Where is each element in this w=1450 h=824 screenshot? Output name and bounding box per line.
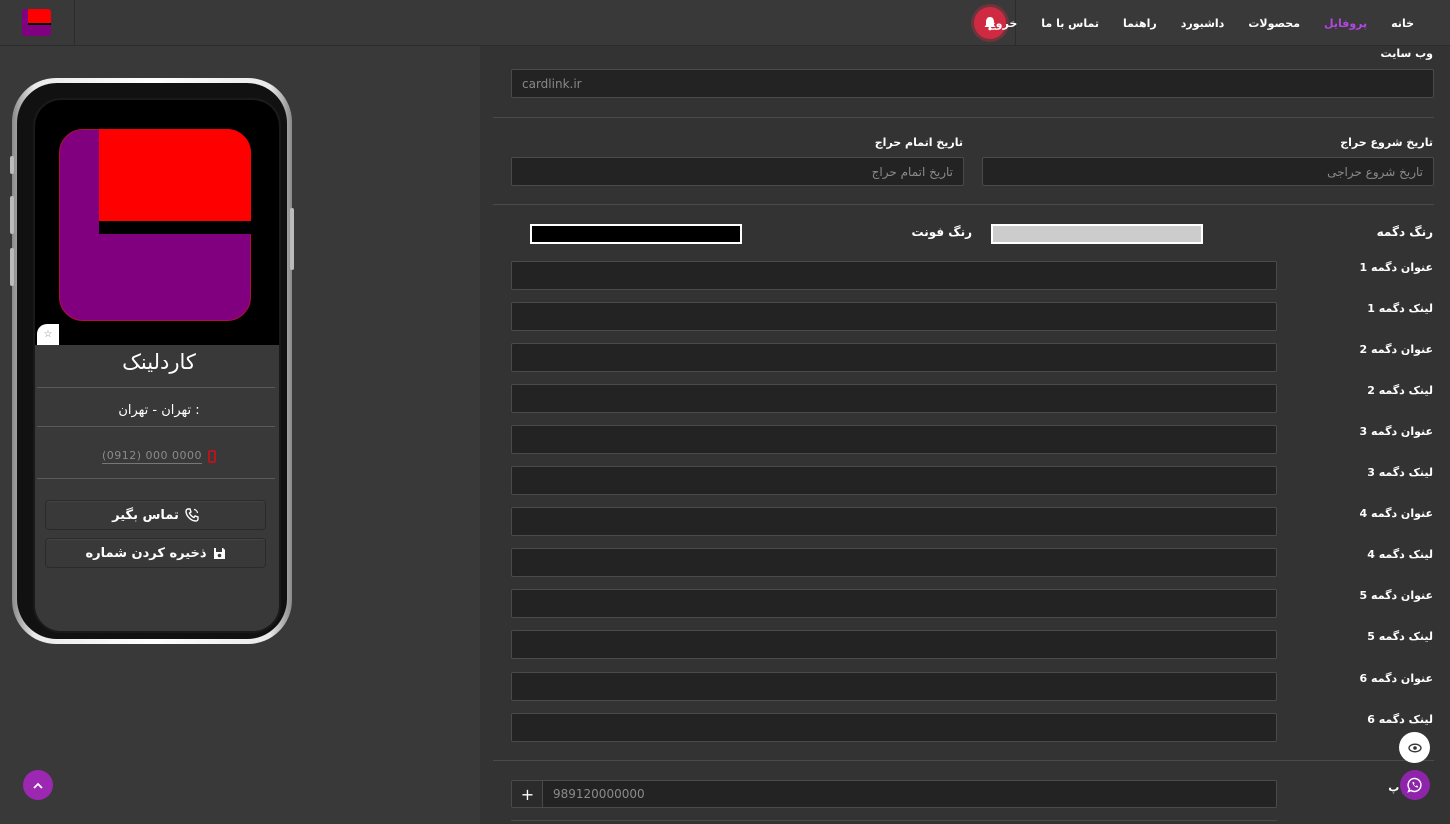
whatsapp-icon bbox=[1407, 777, 1422, 793]
profile-cover bbox=[35, 100, 279, 345]
button-2-link-input[interactable] bbox=[511, 384, 1277, 413]
nav-logout[interactable]: خروج bbox=[988, 17, 1018, 30]
country-code-prefix: + bbox=[511, 780, 543, 808]
profile-location: تهران - تهران : bbox=[118, 403, 200, 418]
nav-profile[interactable]: پروفایل bbox=[1324, 17, 1367, 30]
button-3-title-input[interactable] bbox=[511, 425, 1277, 454]
button-4-link-input[interactable] bbox=[511, 548, 1277, 577]
button-3-title-label: عنوان دگمه 3 bbox=[1359, 425, 1433, 438]
button-5-title-input[interactable] bbox=[511, 589, 1277, 618]
mobile-icon bbox=[208, 450, 217, 463]
auction-end-label: تاریخ اتمام حراج bbox=[874, 136, 963, 149]
main-menu: خانه پروفایل محصولات داشبورد راهنما تماس… bbox=[988, 0, 1414, 46]
button-2-title-label: عنوان دگمه 2 bbox=[1359, 343, 1433, 356]
button-1-link-input[interactable] bbox=[511, 302, 1277, 331]
phone-call-icon bbox=[185, 508, 199, 522]
button-6-link-input[interactable] bbox=[511, 713, 1277, 742]
auction-end-input[interactable] bbox=[511, 157, 964, 186]
whatsapp-chat-button[interactable] bbox=[1400, 770, 1430, 800]
profile-name: کاردلینک bbox=[122, 350, 196, 374]
button-4-title-input[interactable] bbox=[511, 507, 1277, 536]
nav-guide[interactable]: راهنما bbox=[1123, 17, 1157, 30]
button-6-title-label: عنوان دگمه 6 bbox=[1359, 672, 1433, 685]
profile-phone[interactable]: (0912) 000 0000 bbox=[35, 449, 279, 464]
button-6-link-label: لینک دگمه 6 bbox=[1367, 713, 1433, 726]
nav-dashboard[interactable]: داشبورد bbox=[1181, 17, 1225, 30]
button-1-title-label: عنوان دگمه 1 bbox=[1359, 261, 1433, 274]
brand-logo[interactable] bbox=[22, 9, 51, 36]
font-color-label: رنگ فونت bbox=[911, 225, 972, 239]
button-1-link-label: لینک دگمه 1 bbox=[1367, 302, 1433, 315]
save-contact-button[interactable]: ذخیره کردن شماره bbox=[45, 538, 266, 568]
whatsapp-number-input[interactable] bbox=[542, 780, 1277, 808]
button-5-title-label: عنوان دگمه 5 bbox=[1359, 589, 1433, 602]
auction-start-input[interactable] bbox=[982, 157, 1434, 186]
button-color-picker[interactable] bbox=[991, 224, 1203, 244]
auction-start-label: تاریخ شروع حراج bbox=[1340, 136, 1433, 149]
phone-preview: ☆ کاردلینک تهران - تهران : (0912) 000 00… bbox=[10, 78, 294, 644]
font-color-picker[interactable] bbox=[530, 224, 742, 244]
star-icon[interactable]: ☆ bbox=[37, 324, 59, 345]
button-5-link-label: لینک دگمه 5 bbox=[1367, 630, 1433, 643]
website-input[interactable] bbox=[511, 69, 1434, 98]
button-4-title-label: عنوان دگمه 4 bbox=[1359, 507, 1433, 520]
chevron-up-icon bbox=[33, 782, 43, 789]
call-button[interactable]: تماس بگیر bbox=[45, 500, 266, 530]
top-navbar: خانه پروفایل محصولات داشبورد راهنما تماس… bbox=[0, 0, 1450, 46]
button-3-link-label: لینک دگمه 3 bbox=[1367, 466, 1433, 479]
button-1-title-input[interactable] bbox=[511, 261, 1277, 290]
scroll-top-button[interactable] bbox=[23, 770, 53, 800]
website-label: وب سایت bbox=[1380, 47, 1433, 60]
button-6-title-input[interactable] bbox=[511, 672, 1277, 701]
button-3-link-input[interactable] bbox=[511, 466, 1277, 495]
button-5-link-input[interactable] bbox=[511, 630, 1277, 659]
button-color-label: رنگ دگمه bbox=[1376, 225, 1433, 239]
phone-screen: ☆ کاردلینک تهران - تهران : (0912) 000 00… bbox=[33, 98, 281, 633]
nav-contact[interactable]: تماس با ما bbox=[1041, 17, 1099, 30]
nav-home[interactable]: خانه bbox=[1391, 17, 1414, 30]
eye-icon bbox=[1407, 743, 1422, 752]
floppy-disk-icon bbox=[213, 547, 225, 559]
phone-number: (0912) 000 0000 bbox=[101, 449, 203, 464]
nav-products[interactable]: محصولات bbox=[1248, 17, 1300, 30]
preview-toggle-button[interactable] bbox=[1399, 732, 1430, 763]
button-2-title-input[interactable] bbox=[511, 343, 1277, 372]
button-2-link-label: لینک دگمه 2 bbox=[1367, 384, 1433, 397]
button-4-link-label: لینک دگمه 4 bbox=[1367, 548, 1433, 561]
